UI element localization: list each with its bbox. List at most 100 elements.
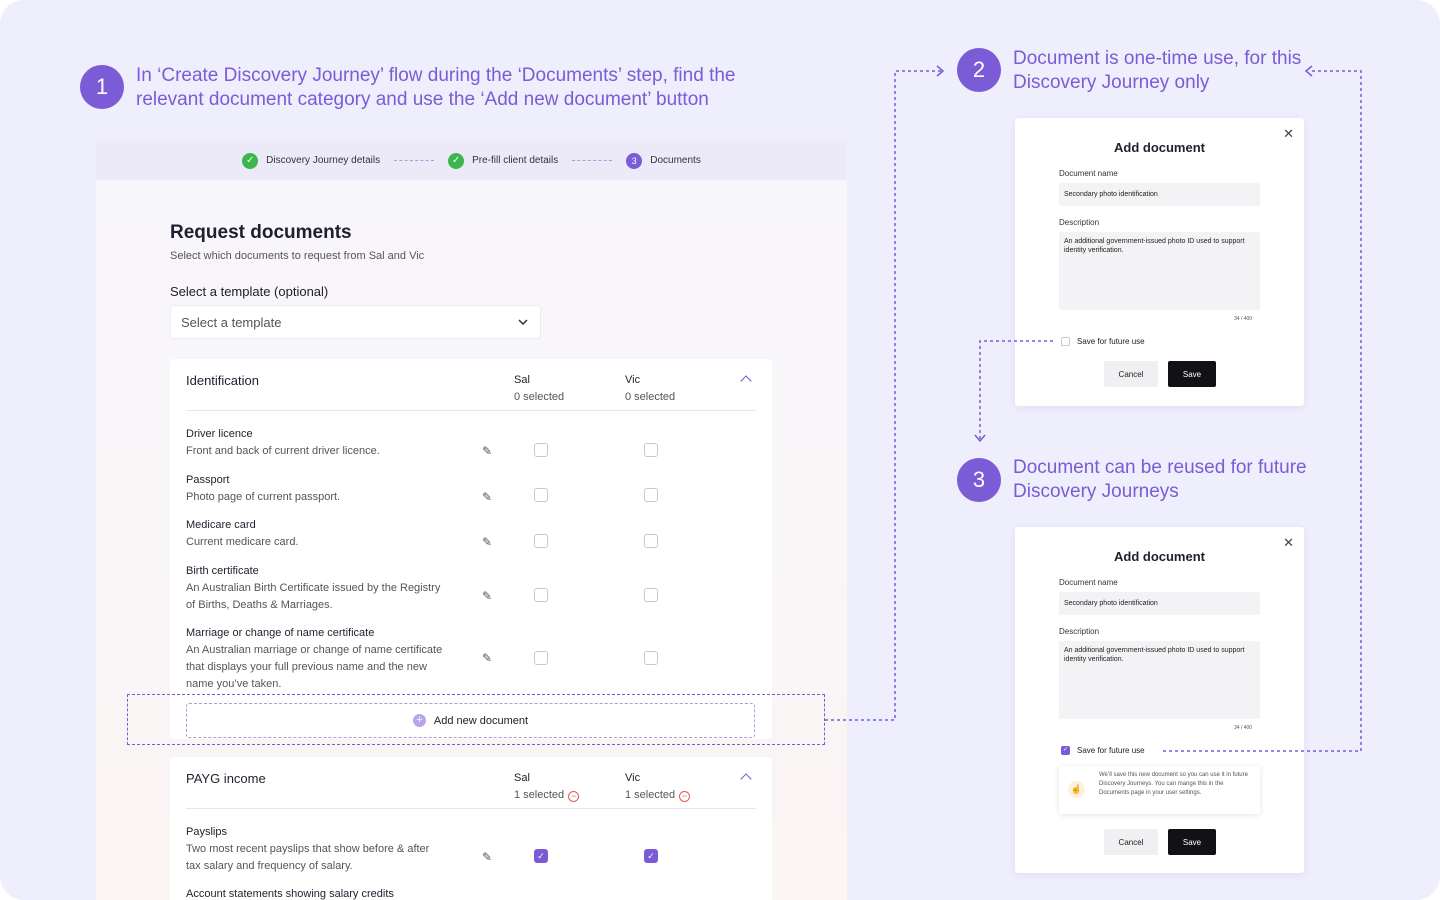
document-row: Passport Photo page of current passport.… — [186, 472, 756, 506]
character-counter: 34 / 400 — [1234, 316, 1253, 322]
close-icon[interactable]: ✕ — [1283, 126, 1294, 142]
save-button[interactable]: Save — [1168, 361, 1216, 387]
document-description: An Australian marriage or change of name… — [186, 644, 443, 690]
discovery-journey-screen: ✓ Discovery Journey details ✓ Pre-fill c… — [96, 141, 847, 900]
vic-checkbox[interactable] — [644, 488, 658, 502]
document-name: Passport — [186, 474, 230, 486]
cancel-button[interactable]: Cancel — [1104, 361, 1158, 387]
template-select-value: Select a template — [181, 314, 282, 330]
document-name: Birth certificate — [186, 565, 259, 577]
sal-checkbox[interactable] — [534, 588, 548, 602]
document-row: Birth certificate An Australian Birth Ce… — [186, 563, 756, 614]
document-description: Photo page of current passport. — [186, 491, 341, 503]
canvas: 1 In ‘Create Discovery Journey’ flow dur… — [0, 0, 1440, 900]
save-button[interactable]: Save — [1168, 829, 1216, 855]
check-icon: ✓ — [242, 152, 259, 169]
page-title: Request documents — [170, 222, 352, 243]
document-description: Current medicare card. — [186, 536, 299, 548]
template-label: Select a template (optional) — [170, 284, 329, 299]
clear-selection-icon[interactable]: − — [568, 791, 580, 802]
description-label: Description — [1059, 627, 1100, 636]
chevron-up-icon[interactable] — [740, 375, 752, 387]
sal-column-header: Sal 1 selected − — [514, 770, 580, 804]
vic-checkbox[interactable] — [644, 534, 658, 548]
vic-column-header: Vic 1 selected − — [625, 770, 691, 804]
step-3-badge: 3 — [957, 458, 1001, 502]
vic-checkbox[interactable] — [644, 443, 658, 457]
sal-checkbox[interactable] — [534, 651, 548, 665]
stepper-item-prefill[interactable]: ✓ Pre-fill client details — [448, 152, 558, 169]
dialog-title: Add document — [1114, 140, 1205, 155]
stepper-label: Discovery Journey details — [266, 155, 381, 166]
save-future-label: Save for future use — [1077, 746, 1145, 755]
document-name-label: Document name — [1059, 578, 1118, 587]
stepper-divider — [394, 160, 435, 161]
count-text: 1 selected — [625, 789, 676, 801]
identification-header[interactable]: Identification Sal 0 selected Vic 0 sele… — [186, 359, 756, 411]
progress-stepper: ✓ Discovery Journey details ✓ Pre-fill c… — [96, 141, 847, 180]
description-textarea[interactable]: An additional government-issued photo ID… — [1059, 232, 1260, 310]
pencil-icon[interactable]: ✎ — [482, 851, 494, 863]
sal-checkbox[interactable] — [534, 443, 548, 457]
arrow-head-icon — [974, 434, 986, 443]
document-name-input[interactable]: Secondary photo identification — [1059, 592, 1260, 615]
category-title: Identification — [186, 373, 259, 388]
pencil-icon[interactable]: ✎ — [482, 590, 494, 602]
identification-card: Identification Sal 0 selected Vic 0 sele… — [170, 359, 772, 739]
pencil-icon[interactable]: ✎ — [482, 445, 494, 457]
stepper-item-details[interactable]: ✓ Discovery Journey details — [242, 152, 381, 169]
chevron-up-icon[interactable] — [740, 773, 752, 785]
document-name: Medicare card — [186, 519, 256, 531]
column-count: 0 selected — [514, 391, 565, 403]
vic-checkbox[interactable] — [644, 588, 658, 602]
count-text: 1 selected — [514, 789, 565, 801]
character-counter: 34 / 400 — [1234, 725, 1253, 731]
document-name: Payslips — [186, 826, 227, 838]
step-1-text: In ‘Create Discovery Journey’ flow durin… — [136, 65, 736, 110]
description-textarea[interactable]: An additional government-issued photo ID… — [1059, 641, 1260, 719]
add-document-highlight — [127, 694, 825, 745]
add-document-dialog-reusable: Add document ✕ Document name Secondary p… — [1015, 527, 1304, 873]
column-name: Sal — [514, 374, 530, 386]
template-select[interactable]: Select a template — [170, 305, 541, 339]
category-title: PAYG income — [186, 771, 266, 786]
check-icon: ✓ — [448, 152, 465, 169]
save-future-checkbox[interactable] — [1061, 337, 1070, 346]
column-count: 0 selected — [625, 391, 676, 403]
cancel-button[interactable]: Cancel — [1104, 829, 1158, 855]
document-name: Account statements showing salary credit… — [186, 888, 394, 900]
stepper-label: Documents — [650, 155, 701, 166]
save-future-label: Save for future use — [1077, 337, 1145, 346]
pencil-icon[interactable]: ✎ — [482, 491, 494, 503]
step-1-badge: 1 — [80, 65, 124, 109]
add-document-dialog-one-time: Add document ✕ Document name Secondary p… — [1015, 118, 1304, 406]
save-future-info: ☝ We’ll save this new document so you ca… — [1059, 766, 1260, 814]
document-name-label: Document name — [1059, 169, 1118, 178]
clear-selection-icon[interactable]: − — [679, 791, 691, 802]
column-count: 1 selected − — [625, 787, 691, 804]
column-name: Vic — [625, 772, 641, 784]
vic-checkbox[interactable] — [644, 651, 658, 665]
stepper-item-documents[interactable]: 3 Documents — [626, 152, 701, 169]
close-icon[interactable]: ✕ — [1283, 535, 1294, 551]
sal-checkbox[interactable] — [534, 488, 548, 502]
step-3-text: Document can be reused for future Discov… — [1013, 457, 1307, 502]
document-row: Driver licence Front and back of current… — [186, 426, 756, 460]
description-label: Description — [1059, 218, 1100, 227]
document-description: Two most recent payslips that show befor… — [186, 843, 430, 872]
step-2-text: Document is one-time use, for this Disco… — [1013, 48, 1302, 93]
pointing-hand-icon: ☝ — [1068, 781, 1085, 798]
sal-checkbox[interactable] — [534, 534, 548, 548]
payg-header[interactable]: PAYG income Sal 1 selected − Vic 1 select… — [186, 757, 756, 809]
vic-checkbox[interactable]: ✓ — [644, 849, 658, 863]
pencil-icon[interactable]: ✎ — [482, 536, 494, 548]
page-subtitle: Select which documents to request from S… — [170, 250, 425, 262]
vic-column-header: Vic 0 selected — [625, 372, 675, 406]
pencil-icon[interactable]: ✎ — [482, 652, 494, 664]
document-name-input[interactable]: Secondary photo identification — [1059, 183, 1260, 206]
save-future-checkbox[interactable]: ✓ — [1061, 746, 1070, 755]
document-row: Payslips Two most recent payslips that s… — [186, 824, 756, 875]
sal-checkbox[interactable]: ✓ — [534, 849, 548, 863]
document-description: An Australian Birth Certificate issued b… — [186, 582, 441, 611]
document-row: Marriage or change of name certificate A… — [186, 625, 756, 693]
